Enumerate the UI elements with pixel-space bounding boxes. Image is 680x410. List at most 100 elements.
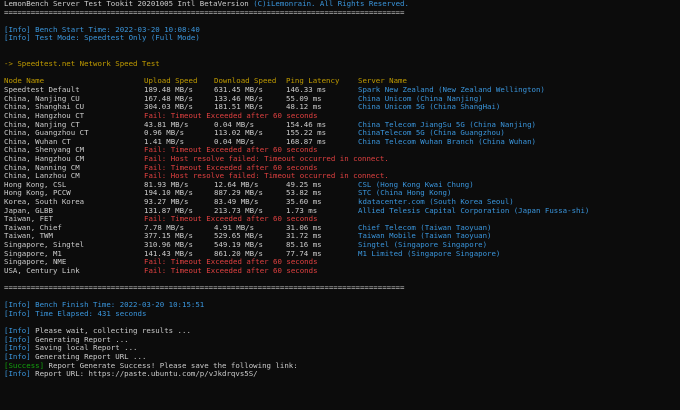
download-speed: 0.04 MB/s	[214, 120, 255, 129]
node-name: China, Hangzhou CT	[4, 111, 85, 120]
upload-speed: 81.93 MB/s	[144, 180, 189, 189]
upload-speed: 304.03 MB/s	[144, 103, 193, 112]
table-row: China, Wuhan CT 1.41 MB/s 0.04 MB/s 168.87 …	[4, 138, 676, 147]
table-row: China, Shanghai CU 304.03 MB/s 181.51 MB/s…	[4, 103, 676, 112]
node-name: Taiwan, Chief	[4, 223, 62, 232]
section-title: -> Speedtest.net Network Speed Test	[4, 60, 160, 69]
upload-speed: 131.87 MB/s	[144, 206, 193, 215]
log-text: Report URL: https://paste.ubuntu.com/p/v…	[35, 370, 258, 379]
server-name: China Unicom (China Nanjing)	[358, 94, 483, 103]
table-row: Speedtest Default 189.48 MB/s 631.45 MB/s 1…	[4, 86, 676, 95]
value: 431 seconds	[97, 309, 147, 318]
info-tag: [Info]	[4, 335, 31, 344]
table-row: China, Lanzhou CM Fail: Host resolve fail…	[4, 172, 676, 181]
download-speed: 887.29 MB/s	[214, 189, 263, 198]
ping-latency: 48.12 ms	[286, 103, 322, 112]
fail-message: Fail: Timeout Exceeded after 60 seconds	[144, 111, 318, 120]
download-speed: 0.04 MB/s	[214, 137, 255, 146]
time-elapsed-line: [Info] Time Elapsed: 431 seconds	[4, 310, 676, 319]
ping-latency: 85.16 ms	[286, 241, 322, 250]
upload-speed: 7.78 MB/s	[144, 223, 185, 232]
server-name: Taiwan Mobile (Taiwan Taoyuan)	[358, 232, 492, 241]
node-name: China, Shenyang CM	[4, 146, 85, 155]
ping-latency: 1.73 ms	[286, 206, 318, 215]
table-row: Taiwan, TWM 377.15 MB/s 529.65 MB/s 31.72 m…	[4, 232, 676, 241]
download-speed: 12.64 MB/s	[214, 180, 259, 189]
node-name: Singapore, Singtel	[4, 241, 85, 250]
separator: ========================================…	[4, 8, 405, 17]
upload-speed: 377.15 MB/s	[144, 232, 193, 241]
server-name: Allied Telesis Capital Corporation (Japa…	[358, 206, 590, 215]
download-speed: 4.91 MB/s	[214, 223, 255, 232]
ping-latency: 35.60 ms	[286, 198, 322, 207]
table-row: China, Nanjing CT 43.81 MB/s 0.04 MB/s 154.…	[4, 121, 676, 130]
upload-speed: 0.96 MB/s	[144, 129, 185, 138]
log-text: Report Generate Success! Please save the…	[48, 361, 298, 370]
table-header: Node Name Upload Speed Download Speed Pi…	[4, 77, 676, 86]
table-row: Korea, South Korea 93.27 MB/s 83.49 MB/s 35…	[4, 198, 676, 207]
fail-message: Fail: Timeout Exceeded after 60 seconds	[144, 266, 318, 275]
table-row: China, Nanjing CU 167.48 MB/s 133.46 MB/s 5…	[4, 95, 676, 104]
ping-latency: 31.06 ms	[286, 223, 322, 232]
ping-latency: 154.46 ms	[286, 120, 327, 129]
ping-latency: 168.87 ms	[286, 137, 327, 146]
value: 2022-03-20 10:08:40	[115, 25, 200, 34]
info-tag: [Info]	[4, 327, 31, 336]
server-name: Chief Telecom (Taiwan Taoyuan)	[358, 223, 492, 232]
log-line: [Info] Generating Report URL ...	[4, 353, 676, 362]
header-upload: Upload Speed	[144, 77, 198, 86]
info-tag: [Info]	[4, 25, 31, 34]
server-name: China Telecom Wuhan Branch (China Wuhan)	[358, 137, 536, 146]
download-speed: 181.51 MB/s	[214, 103, 263, 112]
info-tag: [Info]	[4, 370, 31, 379]
node-name: Korea, South Korea	[4, 198, 85, 207]
node-name: China, Hangzhou CM	[4, 154, 85, 163]
server-name: M1 Limited (Singapore Singapore)	[358, 249, 501, 258]
log-line: [Info] Generating Report ...	[4, 336, 676, 345]
node-name: USA, Century Link	[4, 266, 80, 275]
table-row: Singapore, Singtel 310.96 MB/s 549.19 MB/s…	[4, 241, 676, 250]
info-tag: [Info]	[4, 301, 31, 310]
node-name: Hong Kong, PCCW	[4, 189, 71, 198]
header-line: LemonBench Server Test Tookit 20201005 I…	[4, 0, 676, 9]
table-row: China, Hangzhou CM Fail: Host resolve fai…	[4, 155, 676, 164]
table-row: China, Guangzhou CT 0.96 MB/s 113.02 MB/s 1…	[4, 129, 676, 138]
log-line: [Info] Report URL: https://paste.ubuntu.…	[4, 370, 676, 379]
header-node: Node Name	[4, 77, 45, 86]
server-name: China Telecom JiangSu 5G (China Nanjing)	[358, 120, 536, 129]
node-name: China, Nanning CM	[4, 163, 80, 172]
log-text: Saving local Report ...	[35, 344, 138, 353]
node-name: China, Shanghai CU	[4, 103, 85, 112]
table-row: China, Shenyang CM Fail: Timeout Exceeded…	[4, 146, 676, 155]
log-line: [Info] Please wait, collecting results .…	[4, 327, 676, 336]
terminal-window[interactable]: LemonBench Server Test Tookit 20201005 I…	[0, 0, 680, 410]
node-name: Singapore, NME	[4, 258, 67, 267]
label: Bench Finish Time:	[35, 301, 116, 310]
upload-speed: 189.48 MB/s	[144, 86, 193, 95]
node-name: China, Lanzhou CM	[4, 172, 80, 181]
download-speed: 529.65 MB/s	[214, 232, 263, 241]
info-tag: [Info]	[4, 352, 31, 361]
ping-latency: 55.09 ms	[286, 94, 322, 103]
header-copyright: (C)iLemonrain. All Rights Reserved.	[253, 0, 409, 8]
node-name: Singapore, M1	[4, 249, 62, 258]
table-row: Singapore, M1 141.43 MB/s 861.20 MB/s 77.74…	[4, 250, 676, 259]
info-tag: [Info]	[4, 34, 31, 43]
node-name: China, Guangzhou CT	[4, 129, 89, 138]
download-speed: 549.19 MB/s	[214, 241, 263, 250]
separator: ========================================…	[4, 284, 405, 293]
test-mode-line: [Info] Test Mode: Speedtest Only (Full M…	[4, 34, 676, 43]
log-text: Please wait, collecting results ...	[35, 327, 191, 336]
ping-latency: 146.33 ms	[286, 86, 327, 95]
server-name: China Unicom 5G (China ShangHai)	[358, 103, 501, 112]
upload-speed: 194.10 MB/s	[144, 189, 193, 198]
speed-table: Speedtest Default 189.48 MB/s 631.45 MB/s 1…	[4, 86, 676, 275]
header-title: LemonBench Server Test Tookit 20201005 I…	[4, 0, 249, 8]
log-output: [Info] Please wait, collecting results .…	[4, 327, 676, 379]
table-row: Singapore, NME Fail: Timeout Exceeded aft…	[4, 258, 676, 267]
server-name: Spark New Zealand (New Zealand Wellingto…	[358, 86, 545, 95]
table-row: Taiwan, Chief 7.78 MB/s 4.91 MB/s 31.06 ms C…	[4, 224, 676, 233]
table-row: Japan, GLBB 131.87 MB/s 213.73 MB/s 1.73 ms…	[4, 207, 676, 216]
ping-latency: 155.22 ms	[286, 129, 327, 138]
node-name: Japan, GLBB	[4, 206, 53, 215]
